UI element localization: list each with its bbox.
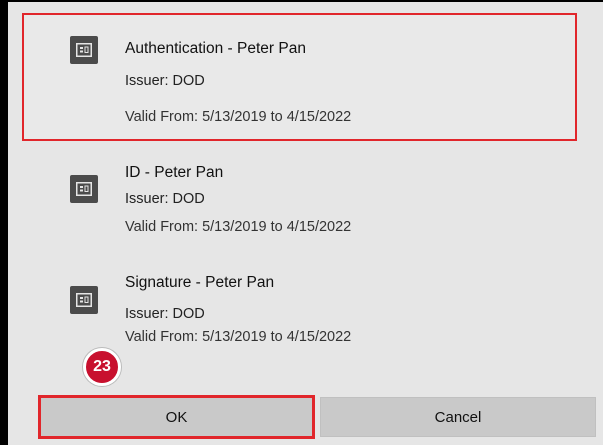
ok-button[interactable]: OK	[38, 395, 315, 439]
certificate-item-id[interactable]: ID - Peter Pan Issuer: DOD Valid From: 5…	[24, 155, 575, 247]
certificate-item-authentication[interactable]: Authentication - Peter Pan Issuer: DOD V…	[22, 13, 577, 141]
certificate-icon	[70, 36, 98, 64]
certificate-icon	[70, 175, 98, 203]
certificate-icon	[70, 286, 98, 314]
certificate-title: Authentication - Peter Pan	[125, 40, 306, 57]
certificate-issuer: Issuer: DOD	[125, 306, 205, 322]
certificate-validity: Valid From: 5/13/2019 to 4/15/2022	[125, 329, 352, 345]
certificate-title: Signature - Peter Pan	[125, 274, 275, 291]
certificate-select-dialog: Authentication - Peter Pan Issuer: DOD V…	[6, 0, 603, 445]
step-number-badge: 23	[83, 348, 121, 386]
certificate-validity: Valid From: 5/13/2019 to 4/15/2022	[125, 219, 352, 235]
certificate-validity: Valid From: 5/13/2019 to 4/15/2022	[125, 109, 352, 125]
certificate-title: ID - Peter Pan	[125, 164, 224, 181]
certificate-issuer: Issuer: DOD	[125, 73, 205, 89]
certificate-item-signature[interactable]: Signature - Peter Pan Issuer: DOD Valid …	[24, 265, 575, 357]
cancel-button[interactable]: Cancel	[320, 397, 596, 437]
certificate-issuer: Issuer: DOD	[125, 191, 205, 207]
